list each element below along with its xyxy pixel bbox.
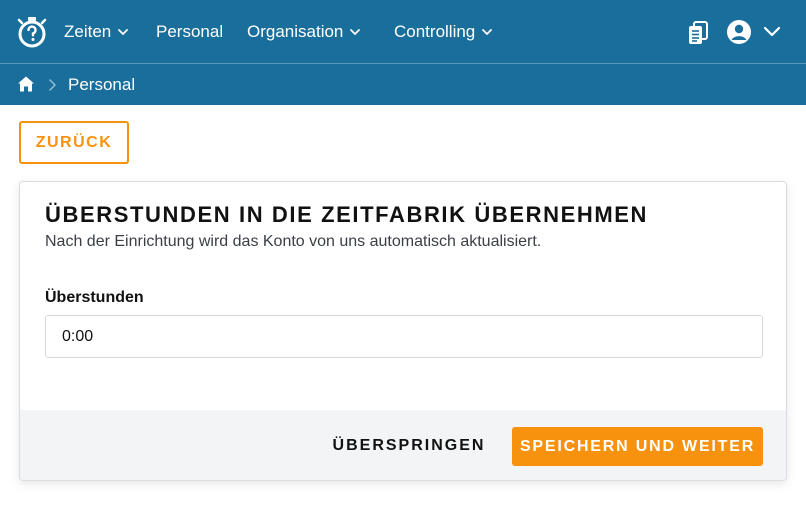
nav-organisation-label: Organisation [247,22,344,41]
nav-controlling-label: Controlling [394,22,476,41]
user-circle-icon [727,20,751,44]
overtime-card: ÜBERSTUNDEN IN DIE ZEITFABRIK ÜBERNEHMEN… [19,181,787,481]
chevron-down-icon [482,29,493,35]
nav-personal-label: Personal [156,22,224,41]
chevron-down-icon [350,29,361,35]
chevron-down-icon [118,29,129,35]
nav-zeiten[interactable]: Zeiten [64,20,130,44]
card-title: ÜBERSTUNDEN IN DIE ZEITFABRIK ÜBERNEHMEN [45,202,649,227]
top-navigation-bar: Zeiten Personal Organisation Controlling [0,0,806,64]
nav-controlling[interactable]: Controlling [394,20,494,44]
overtime-label: Überstunden [45,289,144,306]
back-button[interactable]: ZURÜCK [19,121,129,164]
nav-zeiten-label: Zeiten [64,22,112,41]
save-and-continue-button[interactable]: SPEICHERN UND WEITER [512,427,763,466]
nav-organisation[interactable]: Organisation [247,20,362,44]
card-footer: ÜBERSPRINGEN SPEICHERN UND WEITER [20,410,786,480]
app-header: Zeiten Personal Organisation Controlling [0,0,806,105]
breadcrumb: Personal [0,65,806,105]
nav-personal[interactable]: Personal [156,20,223,44]
card-subtitle: Nach der Einrichtung wird das Konto von … [45,233,542,250]
chevron-down-icon [763,26,781,37]
home-icon[interactable] [17,75,35,93]
user-menu-button[interactable] [726,18,782,46]
overtime-input[interactable] [45,315,763,358]
chevron-right-icon [49,79,56,91]
skip-button[interactable]: ÜBERSPRINGEN [333,427,484,465]
breadcrumb-personal[interactable]: Personal [68,75,135,95]
stopwatch-logo-icon[interactable] [16,15,48,49]
documents-icon[interactable] [686,20,710,46]
